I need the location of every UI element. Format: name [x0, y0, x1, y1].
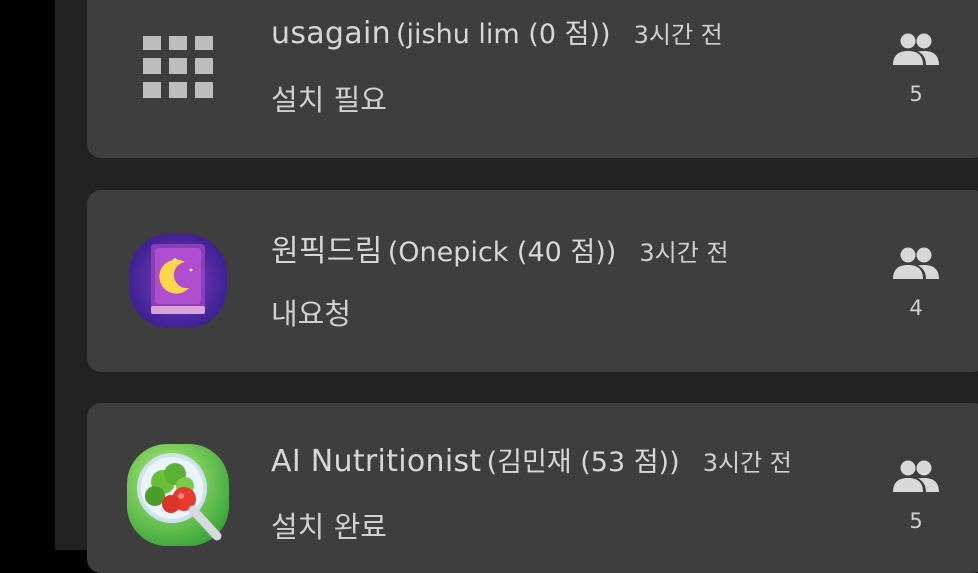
people-icon	[890, 32, 942, 68]
app-developer: (jishu lim (0 점))	[396, 19, 611, 50]
app-developer: (김민재 (53 점))	[486, 447, 680, 478]
app-name: 원픽드림	[271, 234, 383, 269]
app-title-row: AI Nutritionist (김민재 (53 점)) 3시간 전	[271, 440, 851, 479]
participant-count: 5	[909, 509, 923, 533]
app-time: 3시간 전	[639, 239, 729, 267]
app-developer: (Onepick (40 점))	[387, 237, 617, 268]
people-icon	[890, 459, 942, 495]
app-title-row: usagain (jishu lim (0 점)) 3시간 전	[271, 12, 723, 51]
app-status: 설치 필요	[271, 83, 387, 117]
grid-icon	[127, 30, 229, 132]
app-time: 3시간 전	[633, 21, 723, 49]
title-clip: AI Nutritionist (김민재 (53 점)) 3시간 전	[0, 430, 978, 490]
app-title-row: 원픽드림 (Onepick (40 점)) 3시간 전	[271, 226, 729, 270]
app-status: 내요청	[271, 297, 352, 331]
app-status: 설치 완료	[271, 510, 387, 544]
app-name: AI Nutritionist	[271, 444, 482, 479]
moon-book-icon	[127, 230, 229, 332]
people-icon	[890, 246, 942, 282]
participant-count: 5	[909, 82, 923, 106]
app-name: usagain	[271, 16, 391, 51]
app-time: 3시간 전	[702, 449, 792, 477]
participant-count: 4	[909, 296, 923, 320]
